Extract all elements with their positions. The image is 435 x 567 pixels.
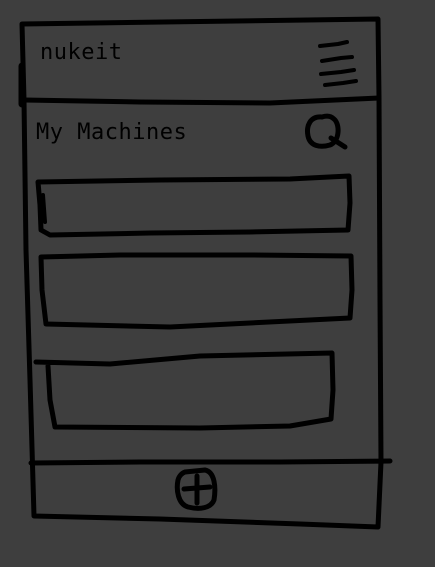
add-machine-button[interactable] (174, 466, 220, 512)
app-title: nukeit (40, 40, 123, 65)
header-divider (21, 95, 382, 106)
wireframe-screen: nukeit My Machines (0, 0, 435, 567)
machine-card-1[interactable] (38, 176, 352, 236)
machine-card-3[interactable] (36, 352, 335, 430)
search-button[interactable] (302, 110, 350, 154)
menu-button[interactable] (312, 36, 362, 90)
section-title: My Machines (36, 120, 188, 145)
machine-card-2[interactable] (41, 254, 354, 328)
footer-divider (28, 458, 393, 466)
